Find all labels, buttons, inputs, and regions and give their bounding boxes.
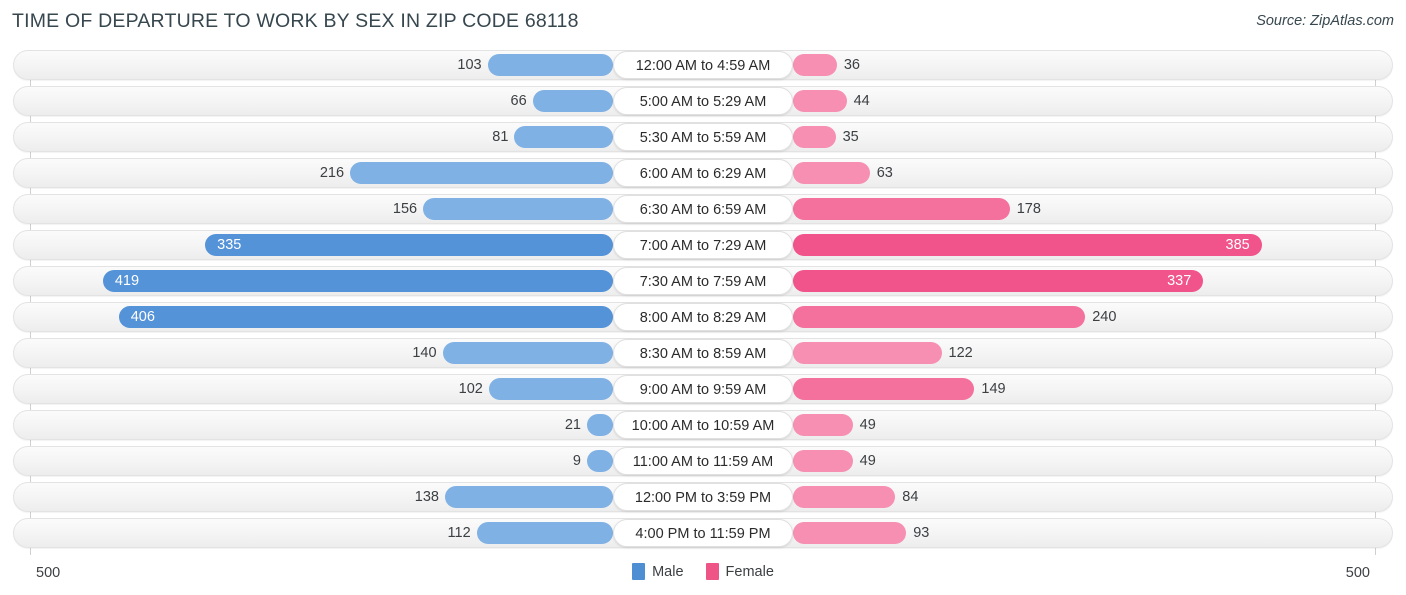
bar-value-male: 9	[572, 453, 581, 469]
row-category-label: 6:00 AM to 6:29 AM	[613, 159, 793, 187]
bar-rows-container: 103 36 12:00 AM to 4:59 AM 66 44 5:00 AM to 5…	[0, 50, 1406, 554]
bar-female[interactable]	[793, 378, 975, 400]
bar-female[interactable]	[793, 270, 1204, 292]
bar-male[interactable]	[102, 270, 613, 292]
bar-row[interactable]: 138 84 12:00 PM to 3:59 PM	[0, 482, 1406, 512]
bar-value-female: 93	[913, 525, 930, 541]
bar-female[interactable]	[793, 522, 907, 544]
bar-value-male: 21	[564, 417, 581, 433]
bar-value-male: 112	[447, 525, 471, 541]
row-category-label: 8:00 AM to 8:29 AM	[613, 303, 793, 331]
bar-value-male: 103	[457, 57, 482, 73]
row-category-label: 12:00 AM to 4:59 AM	[613, 51, 793, 79]
bar-row[interactable]: 81 35 5:30 AM to 5:59 AM	[0, 122, 1406, 152]
legend-label-male: Male	[652, 563, 684, 580]
bar-row[interactable]: 102 149 9:00 AM to 9:59 AM	[0, 374, 1406, 404]
bar-female[interactable]	[793, 450, 853, 472]
bar-value-male: 138	[414, 489, 439, 505]
bar-value-male: 156	[392, 201, 418, 217]
bar-value-female: 44	[853, 93, 870, 109]
legend-item-female[interactable]: Female	[705, 563, 774, 580]
bar-value-female: 63	[876, 165, 893, 181]
bar-male[interactable]	[444, 486, 613, 508]
bar-male[interactable]	[514, 126, 613, 148]
row-category-label: 10:00 AM to 10:59 AM	[613, 411, 793, 439]
bar-female[interactable]	[793, 306, 1086, 328]
bar-value-male: 419	[114, 273, 140, 289]
row-category-label: 5:30 AM to 5:59 AM	[613, 123, 793, 151]
bar-male[interactable]	[118, 306, 613, 328]
chart-footer: 500 500 Male Female	[0, 555, 1406, 595]
bar-row[interactable]: 156 178 6:30 AM to 6:59 AM	[0, 194, 1406, 224]
legend-swatch-male-icon	[632, 563, 646, 580]
bar-male[interactable]	[487, 54, 613, 76]
bar-female[interactable]	[793, 486, 896, 508]
bar-value-female: 337	[1167, 273, 1192, 289]
row-category-label: 11:00 AM to 11:59 AM	[613, 447, 793, 475]
bar-value-female: 178	[1016, 201, 1041, 217]
bar-male[interactable]	[488, 378, 613, 400]
row-category-label: 5:00 AM to 5:29 AM	[613, 87, 793, 115]
bar-row[interactable]: 335 385 7:00 AM to 7:29 AM	[0, 230, 1406, 260]
chart-header: TIME OF DEPARTURE TO WORK BY SEX IN ZIP …	[0, 0, 1406, 44]
bar-male[interactable]	[587, 414, 613, 436]
bar-value-female: 49	[859, 417, 876, 433]
bar-row[interactable]: 103 36 12:00 AM to 4:59 AM	[0, 50, 1406, 80]
bar-row[interactable]: 21 49 10:00 AM to 10:59 AM	[0, 410, 1406, 440]
bar-male[interactable]	[350, 162, 613, 184]
row-category-label: 7:30 AM to 7:59 AM	[613, 267, 793, 295]
legend: Male Female	[0, 563, 1406, 580]
bar-male[interactable]	[442, 342, 613, 364]
bar-male[interactable]	[587, 450, 613, 472]
bar-value-male: 81	[492, 129, 509, 145]
legend-item-male[interactable]: Male	[632, 563, 684, 580]
bar-value-female: 36	[843, 57, 860, 73]
bar-value-female: 84	[902, 489, 919, 505]
bar-male[interactable]	[205, 234, 613, 256]
bar-value-male: 102	[458, 381, 483, 397]
bar-female[interactable]	[793, 414, 853, 436]
bar-female[interactable]	[793, 198, 1010, 220]
bar-female[interactable]	[793, 162, 870, 184]
row-category-label: 7:00 AM to 7:29 AM	[613, 231, 793, 259]
bar-row[interactable]: 216 63 6:00 AM to 6:29 AM	[0, 158, 1406, 188]
bar-row[interactable]: 9 49 11:00 AM to 11:59 AM	[0, 446, 1406, 476]
bar-female[interactable]	[793, 126, 836, 148]
bar-value-female: 240	[1092, 309, 1117, 325]
row-category-label: 6:30 AM to 6:59 AM	[613, 195, 793, 223]
legend-label-female: Female	[725, 563, 774, 580]
bar-row[interactable]: 140 122 8:30 AM to 8:59 AM	[0, 338, 1406, 368]
bar-value-female: 122	[948, 345, 973, 361]
page-title: TIME OF DEPARTURE TO WORK BY SEX IN ZIP …	[12, 10, 579, 32]
source-attribution: Source: ZipAtlas.com	[1256, 13, 1394, 29]
bar-value-female: 35	[842, 129, 859, 145]
bar-value-male: 216	[319, 165, 345, 181]
bar-female[interactable]	[793, 234, 1262, 256]
bar-value-male: 406	[130, 309, 155, 325]
chart-root: TIME OF DEPARTURE TO WORK BY SEX IN ZIP …	[0, 0, 1406, 595]
bar-value-female: 49	[859, 453, 876, 469]
bar-row[interactable]: 406 240 8:00 AM to 8:29 AM	[0, 302, 1406, 332]
bar-male[interactable]	[532, 90, 613, 112]
bar-value-male: 140	[412, 345, 437, 361]
bar-value-female: 385	[1225, 237, 1250, 253]
bar-female[interactable]	[793, 90, 847, 112]
bar-value-male: 335	[217, 237, 242, 253]
row-category-label: 4:00 PM to 11:59 PM	[613, 519, 793, 547]
bar-row[interactable]: 66 44 5:00 AM to 5:29 AM	[0, 86, 1406, 116]
bar-value-female: 149	[981, 381, 1006, 397]
bar-female[interactable]	[793, 54, 837, 76]
legend-swatch-female-icon	[705, 563, 719, 580]
row-category-label: 12:00 PM to 3:59 PM	[613, 483, 793, 511]
row-category-label: 9:00 AM to 9:59 AM	[613, 375, 793, 403]
bar-female[interactable]	[793, 342, 942, 364]
bar-male[interactable]	[423, 198, 613, 220]
bar-value-male: 66	[510, 93, 527, 109]
row-category-label: 8:30 AM to 8:59 AM	[613, 339, 793, 367]
bar-male[interactable]	[476, 522, 613, 544]
bar-row[interactable]: 419 337 7:30 AM to 7:59 AM	[0, 266, 1406, 296]
plot-area: 103 36 12:00 AM to 4:59 AM 66 44 5:00 AM to 5…	[0, 50, 1406, 555]
bar-row[interactable]: 112 93 4:00 PM to 11:59 PM	[0, 518, 1406, 548]
